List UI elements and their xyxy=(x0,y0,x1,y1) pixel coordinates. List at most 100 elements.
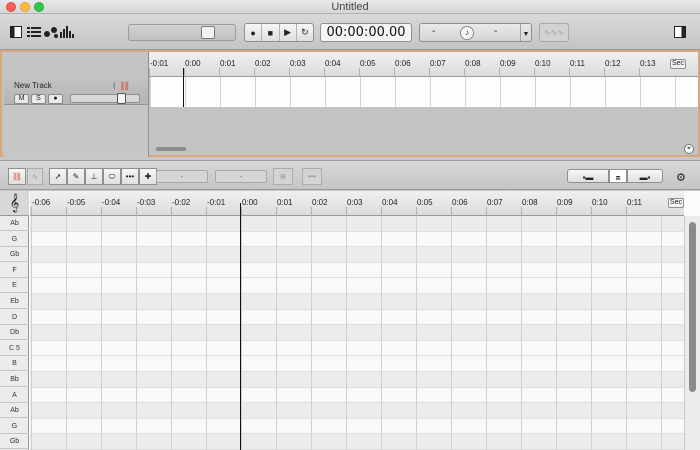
master-volume-knob[interactable] xyxy=(201,26,215,39)
track-header-list: New Track ⌇ ⛓ M S ● xyxy=(4,78,148,157)
note-grid[interactable] xyxy=(30,216,684,450)
tracks-ruler-label: 0:13 xyxy=(640,59,656,68)
grid-beat-line xyxy=(451,216,452,450)
piano-key[interactable]: Gb xyxy=(0,434,29,450)
editor-ruler-tick xyxy=(521,207,522,216)
piano-key[interactable]: Gb xyxy=(0,247,29,263)
piano-key[interactable]: F xyxy=(0,263,29,278)
piano-key[interactable]: C 5 xyxy=(0,341,29,356)
tracks-divider[interactable] xyxy=(148,52,149,157)
note-row[interactable] xyxy=(30,387,684,404)
piano-key[interactable]: A xyxy=(0,388,29,403)
sidebar-toggle-icon[interactable] xyxy=(10,26,22,38)
track-header[interactable]: New Track ⌇ ⛓ M S ● xyxy=(4,78,148,105)
track-name[interactable]: New Track xyxy=(14,81,52,90)
view-mode-selected-icon[interactable]: ⧈ xyxy=(609,169,627,183)
piano-key[interactable]: Db xyxy=(0,325,29,341)
editor-playhead[interactable] xyxy=(240,203,241,450)
tracks-ruler[interactable]: -0:01 0:00 0:01 0:02 0:03 0:04 0:05 0:06 0:07 0:0… xyxy=(148,52,698,77)
more-options-icon[interactable]: ••• xyxy=(302,168,322,185)
note-row[interactable] xyxy=(30,294,684,310)
pencil-tool-icon[interactable]: ✎ xyxy=(67,168,85,185)
note-row[interactable] xyxy=(30,216,684,232)
record-arm-button[interactable]: ● xyxy=(48,94,63,104)
snap-icon[interactable]: ⊕ xyxy=(273,168,293,185)
gear-icon[interactable]: ⚙ xyxy=(676,171,686,184)
mute-button[interactable]: M xyxy=(14,94,29,104)
master-volume-slider[interactable] xyxy=(128,24,236,41)
link-editor-icon[interactable]: ⛓ xyxy=(8,168,26,185)
eraser-tool-icon[interactable]: ⬭ xyxy=(103,168,121,185)
mixer-icon[interactable] xyxy=(60,26,74,38)
note-row[interactable] xyxy=(30,340,684,357)
grid-beat-line xyxy=(66,216,67,450)
tracks-horizontal-scrollbar[interactable] xyxy=(156,147,186,151)
solo-button[interactable]: S xyxy=(31,94,46,104)
track-lane[interactable] xyxy=(150,77,698,107)
zoom-fit-icon[interactable]: ⌖ xyxy=(684,144,694,154)
metronome-icon[interactable]: ♪ xyxy=(460,26,474,40)
editor-scroll-thumb[interactable] xyxy=(689,222,696,392)
note-row[interactable] xyxy=(30,356,684,372)
notes-editor-icon[interactable] xyxy=(44,26,58,38)
editor-ruler-label: 0:02 xyxy=(312,198,328,207)
editor-ruler-label: -0:05 xyxy=(67,198,86,207)
grid-beat-line xyxy=(381,216,382,450)
tracks-time-unit-button[interactable]: Sec xyxy=(670,59,686,69)
editor-time-unit-button[interactable]: Sec xyxy=(668,198,684,208)
zoom-tool-icon[interactable]: ✚ xyxy=(139,168,157,185)
tracks-ruler-tick xyxy=(149,68,150,77)
editor-ruler-tick xyxy=(626,207,627,216)
note-row[interactable] xyxy=(30,231,684,248)
editor-ruler[interactable]: -0:06 -0:05 -0:04 -0:03 -0:02 -0:01 0:00 0:01 0:… xyxy=(30,191,684,216)
piano-key[interactable]: G xyxy=(0,419,29,434)
tempo-control[interactable]: - ♪ - ▼ xyxy=(419,23,532,42)
list-editor-icon[interactable] xyxy=(27,26,41,38)
note-row[interactable] xyxy=(30,418,684,435)
tracks-ruler-label: 0:04 xyxy=(325,59,341,68)
note-row[interactable] xyxy=(30,278,684,294)
lane-gridline xyxy=(535,77,536,107)
piano-key[interactable]: Bb xyxy=(0,372,29,387)
note-row[interactable] xyxy=(30,403,684,419)
editor-ruler-label: 0:01 xyxy=(277,198,293,207)
piano-key[interactable]: Ab xyxy=(0,403,29,419)
note-row[interactable] xyxy=(30,372,684,388)
inspector-toggle-icon[interactable] xyxy=(674,26,686,38)
tracks-ruler-label: 0:06 xyxy=(395,59,411,68)
note-row[interactable] xyxy=(30,262,684,279)
note-row[interactable] xyxy=(30,247,684,263)
record-button[interactable]: ● xyxy=(245,24,263,41)
editor-field-two[interactable]: - xyxy=(215,170,267,183)
editor-field-one[interactable]: - xyxy=(156,170,208,183)
treble-clef-icon[interactable]: 𝄞 xyxy=(0,191,29,216)
cycle-button[interactable]: ↻ xyxy=(297,24,313,41)
chevron-down-icon[interactable]: ▼ xyxy=(520,24,531,41)
track-volume-slider[interactable] xyxy=(70,93,140,104)
note-row[interactable] xyxy=(30,325,684,341)
piano-key[interactable]: D xyxy=(0,310,29,325)
piano-key[interactable]: B xyxy=(0,356,29,372)
note-row[interactable] xyxy=(30,309,684,326)
view-mode-score-icon[interactable]: ▬▪ xyxy=(627,169,663,183)
tracks-ruler-tick xyxy=(429,68,430,77)
tracks-playhead[interactable] xyxy=(183,68,184,107)
editor-vertical-scrollbar[interactable] xyxy=(684,216,700,450)
piano-key[interactable]: Ab xyxy=(0,216,29,231)
stop-button[interactable]: ■ xyxy=(262,24,280,41)
catch-icon[interactable]: ∿ xyxy=(27,168,43,185)
piano-key[interactable]: Eb xyxy=(0,294,29,309)
timecode-display[interactable]: 00:00:00.00 xyxy=(320,23,412,42)
quantize-tool-icon[interactable]: ••• xyxy=(121,168,139,185)
note-row[interactable] xyxy=(30,434,684,450)
view-mode-piano-icon[interactable]: ▪▬ xyxy=(567,169,609,183)
tracks-ruler-tick xyxy=(639,68,640,77)
velocity-tool-icon[interactable]: ⊥ xyxy=(85,168,103,185)
piano-key[interactable]: G xyxy=(0,232,29,247)
track-volume-knob[interactable] xyxy=(117,93,126,104)
link-icon[interactable]: ⛓ xyxy=(119,81,130,91)
piano-key[interactable]: E xyxy=(0,278,29,294)
play-button[interactable]: ▶ xyxy=(280,24,297,41)
count-in-button[interactable]: ∿∿∿ xyxy=(539,23,569,42)
pointer-tool-icon[interactable]: ➚ xyxy=(49,168,67,185)
